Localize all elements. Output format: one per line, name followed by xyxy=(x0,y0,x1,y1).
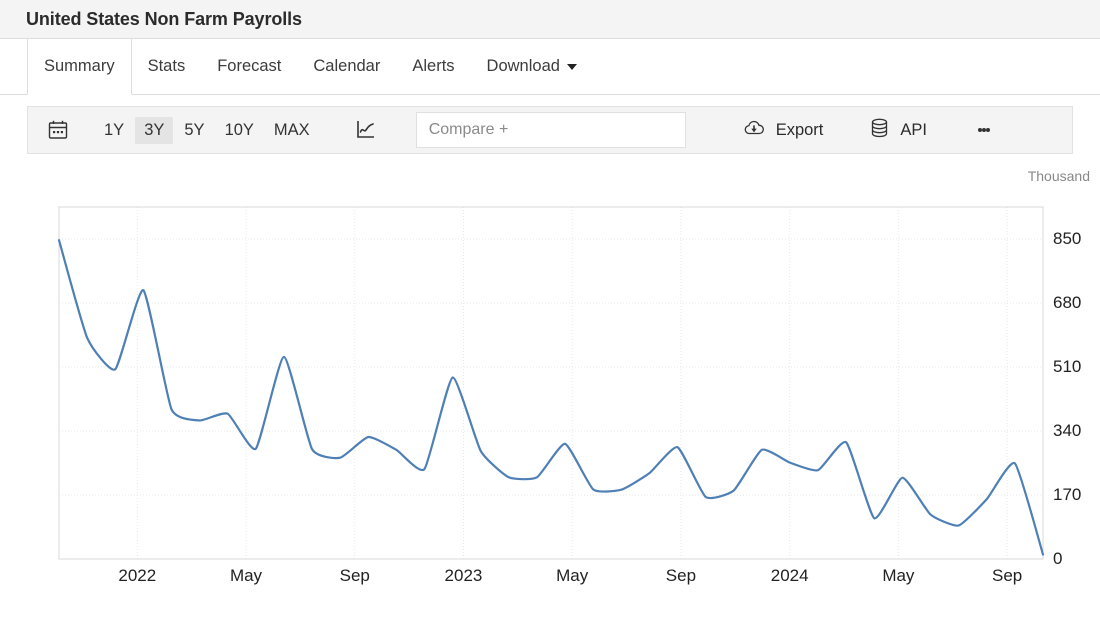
range-selector: 1Y 3Y 5Y 10Y MAX xyxy=(94,117,320,144)
tab-calendar-label: Calendar xyxy=(313,57,380,76)
tab-alerts[interactable]: Alerts xyxy=(396,39,470,94)
tab-alerts-label: Alerts xyxy=(412,57,454,76)
api-button[interactable]: API xyxy=(869,117,927,144)
range-3y[interactable]: 3Y xyxy=(135,117,173,144)
tab-calendar[interactable]: Calendar xyxy=(297,39,396,94)
tab-download-label: Download xyxy=(487,57,560,76)
y-axis-tick-label: 850 xyxy=(1053,229,1081,249)
x-axis-tick-label: Sep xyxy=(666,566,696,586)
y-axis-tick-label: 340 xyxy=(1053,421,1081,441)
chart-plot[interactable] xyxy=(0,154,1100,596)
page-header: United States Non Farm Payrolls xyxy=(0,0,1100,39)
compare-input[interactable] xyxy=(416,112,686,148)
api-label: API xyxy=(900,121,927,140)
line-chart-icon[interactable] xyxy=(346,110,386,150)
x-axis-tick-label: Sep xyxy=(340,566,370,586)
x-axis-tick-label: May xyxy=(556,566,588,586)
calendar-icon[interactable] xyxy=(38,110,78,150)
tab-summary[interactable]: Summary xyxy=(27,39,132,95)
export-label: Export xyxy=(776,121,824,140)
range-5y[interactable]: 5Y xyxy=(175,117,213,144)
x-axis-tick-label: May xyxy=(230,566,262,586)
x-axis-tick-label: Sep xyxy=(992,566,1022,586)
tab-forecast-label: Forecast xyxy=(217,57,281,76)
x-axis-tick-label: 2024 xyxy=(771,566,809,586)
tab-stats-label: Stats xyxy=(148,57,186,76)
tab-forecast[interactable]: Forecast xyxy=(201,39,297,94)
x-axis-tick-label: 2023 xyxy=(445,566,483,586)
chart-toolbar: 1Y 3Y 5Y 10Y MAX xyxy=(27,106,1073,154)
database-icon xyxy=(869,117,890,144)
y-axis-tick-label: 170 xyxy=(1053,485,1081,505)
page-title: United States Non Farm Payrolls xyxy=(26,9,302,30)
toolbar-wrapper: 1Y 3Y 5Y 10Y MAX xyxy=(0,95,1100,154)
tab-bar: Summary Stats Forecast Calendar Alerts D… xyxy=(0,39,1100,95)
chevron-down-icon xyxy=(567,64,577,70)
y-axis-tick-label: 680 xyxy=(1053,293,1081,313)
page-root: United States Non Farm Payrolls Summary … xyxy=(0,0,1100,624)
kebab-menu-icon[interactable] xyxy=(971,112,997,148)
export-button[interactable]: Export xyxy=(742,117,824,144)
kebab-dot xyxy=(986,128,990,132)
range-10y[interactable]: 10Y xyxy=(216,117,263,144)
range-max[interactable]: MAX xyxy=(265,117,319,144)
tab-stats[interactable]: Stats xyxy=(132,39,202,94)
range-1y[interactable]: 1Y xyxy=(95,117,133,144)
x-axis-tick-label: May xyxy=(882,566,914,586)
cloud-download-icon xyxy=(742,117,766,144)
chart-container: Thousand 0170340510680850 2022MaySep2023… xyxy=(0,154,1100,596)
y-axis-tick-label: 0 xyxy=(1053,549,1062,569)
x-axis-tick-label: 2022 xyxy=(118,566,156,586)
tab-summary-label: Summary xyxy=(44,57,115,76)
tab-download[interactable]: Download xyxy=(471,39,593,94)
y-axis-tick-label: 510 xyxy=(1053,357,1081,377)
